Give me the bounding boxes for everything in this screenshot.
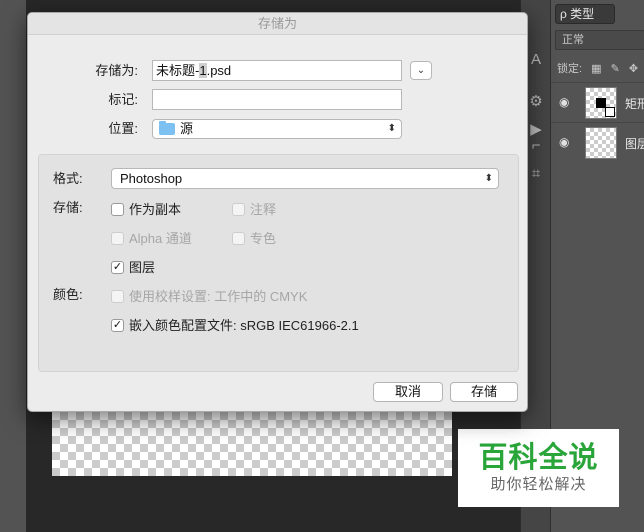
checkbox-box — [232, 232, 245, 245]
location-select[interactable]: 源 ⬍ — [152, 119, 402, 139]
transparent-canvas[interactable] — [52, 412, 452, 476]
format-label: 格式: — [53, 171, 83, 186]
expand-dialog-button[interactable]: ⌄ — [410, 61, 432, 80]
dialog-title: 存储为 — [28, 13, 527, 35]
location-label: 位置: — [108, 121, 138, 136]
chevron-down-icon: ⌄ — [416, 65, 426, 76]
layer-name: 矩形 — [625, 97, 644, 111]
format-value: Photoshop — [120, 171, 183, 186]
color-label: 颜色: — [53, 287, 83, 302]
checkmark-icon: ✓ — [111, 261, 124, 274]
layer-thumbnail — [585, 87, 617, 119]
checkbox-box — [111, 232, 124, 245]
visibility-eye-icon[interactable]: ◉ — [559, 135, 573, 149]
filename-selected-text: 1 — [199, 63, 207, 78]
lock-move-icon[interactable]: ✥ — [629, 60, 638, 78]
format-select[interactable]: Photoshop ⬍ — [111, 168, 499, 189]
vector-mask-icon — [605, 107, 615, 117]
folder-icon — [159, 121, 175, 135]
checkbox-label: 注释 — [250, 202, 277, 217]
layer-name: 图层 — [625, 137, 644, 151]
ps-document-edge — [0, 0, 26, 532]
checkbox-box — [232, 203, 245, 216]
filename-extension: .psd — [206, 63, 232, 78]
blend-mode-label: 正常 — [562, 34, 584, 46]
blend-mode-select[interactable]: 正常 — [555, 30, 644, 50]
lock-paint-icon[interactable]: ✎ — [611, 60, 620, 78]
save-as-dialog: 存储为 存储为: 未标题-1.psd ⌄ 标记: 位置: 源 ⬍ 格式: Pho… — [27, 12, 528, 412]
lock-transparency-icon[interactable]: ▦ — [591, 60, 601, 78]
filename-input[interactable]: 未标题-1.psd — [152, 60, 402, 81]
watermark-subtitle: 助你轻松解决 — [490, 476, 587, 493]
tool-presets-icon[interactable]: ⚙ — [526, 92, 546, 112]
filename-base: 未标题- — [156, 63, 200, 78]
updown-arrows-icon: ⬍ — [387, 123, 396, 134]
lock-label: 锁定: — [557, 63, 583, 75]
tags-input[interactable] — [152, 89, 402, 110]
character-panel-icon[interactable]: A — [526, 50, 546, 70]
watermark-logo: 百科全说 助你轻松解决 — [458, 429, 619, 507]
checkbox-label: Alpha 通道 — [129, 231, 192, 246]
checkbox-box — [111, 203, 124, 216]
properties-icon[interactable]: ⌗ — [526, 164, 546, 184]
save-button[interactable]: 存储 — [450, 382, 518, 402]
checkmark-icon: ✓ — [111, 319, 124, 332]
storage-label: 存储: — [53, 200, 83, 215]
checkbox-label: 作为副本 — [129, 202, 182, 217]
save-as-label: 存储为: — [95, 63, 138, 78]
layer-row[interactable]: ◉ 矩形 — [551, 82, 644, 122]
checkbox-box — [111, 290, 124, 303]
cancel-button[interactable]: 取消 — [373, 382, 443, 402]
checkbox-label: 使用校样设置: 工作中的 CMYK — [129, 289, 308, 304]
layer-filter-label: ρ 类型 — [560, 7, 595, 21]
crop-icon[interactable]: ⌐ — [526, 136, 546, 156]
layer-thumbnail — [585, 127, 617, 159]
lock-row: 锁定: ▦ ✎ ✥ — [557, 60, 644, 78]
layer-row[interactable]: ◉ 图层 — [551, 122, 644, 162]
visibility-eye-icon[interactable]: ◉ — [559, 95, 573, 109]
watermark-title: 百科全说 — [478, 442, 599, 474]
tags-label: 标记: — [108, 92, 138, 107]
updown-arrows-icon: ⬍ — [484, 173, 493, 184]
checkbox-label: 专色 — [250, 231, 277, 246]
layer-filter-select[interactable]: ρ 类型 — [555, 4, 615, 24]
location-value: 源 — [180, 121, 194, 136]
format-options-box: 格式: Photoshop ⬍ 存储: 作为副本 注释 Alpha 通道 专色 … — [38, 154, 519, 372]
checkbox-label: 嵌入颜色配置文件: sRGB IEC61966-2.1 — [129, 318, 359, 333]
checkbox-label: 图层 — [129, 260, 156, 275]
